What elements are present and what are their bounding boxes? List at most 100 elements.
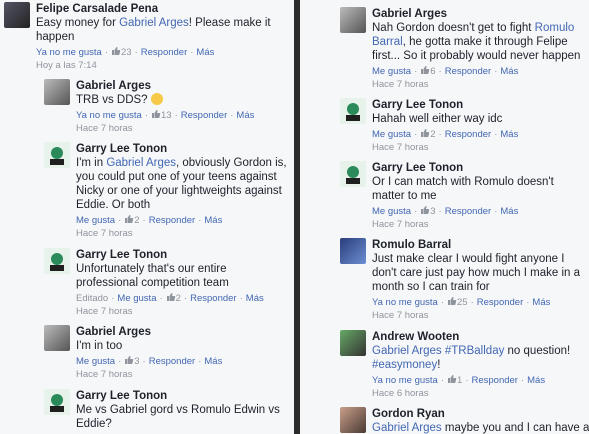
- comment-author[interactable]: Gordon Ryan: [372, 407, 583, 421]
- more-button[interactable]: Más: [196, 47, 214, 58]
- timestamp[interactable]: Hace 7 horas: [76, 228, 288, 240]
- timestamp[interactable]: Hace 7 horas: [372, 142, 583, 154]
- like-button[interactable]: Ya no me gusta: [372, 375, 438, 386]
- hashtag-link[interactable]: #TRBallday: [445, 345, 504, 357]
- like-button[interactable]: Me gusta: [76, 356, 115, 367]
- comment-text: Nah Gordon doesn't get to fight Romulo B…: [372, 22, 581, 62]
- comment-author[interactable]: Garry Lee Tonon: [76, 389, 288, 403]
- comment-text: Just make clear I would fight anyone I d…: [372, 253, 581, 293]
- avatar[interactable]: [340, 161, 366, 187]
- comment-actions: Ya no me gusta · 13 · Responder · Más: [76, 109, 255, 123]
- like-button[interactable]: Ya no me gusta: [76, 110, 142, 121]
- avatar[interactable]: [44, 142, 70, 168]
- more-button[interactable]: Más: [500, 129, 518, 140]
- more-button[interactable]: Más: [500, 66, 518, 77]
- reply-button[interactable]: Responder: [149, 356, 195, 367]
- reply-button[interactable]: Responder: [149, 215, 195, 226]
- reply-button[interactable]: Responder: [445, 206, 491, 217]
- mention-link[interactable]: Gabriel Arges: [372, 422, 442, 434]
- more-button[interactable]: Más: [236, 110, 254, 121]
- avatar[interactable]: [44, 79, 70, 105]
- comment-author[interactable]: Garry Lee Tonon: [372, 98, 583, 112]
- timestamp[interactable]: Hace 7 horas: [372, 310, 583, 322]
- comment-author[interactable]: Romulo Barral: [372, 238, 583, 252]
- like-count: 6: [430, 66, 436, 77]
- comment-actions: Me gusta · 3 · Responder · Más: [372, 205, 519, 219]
- timestamp[interactable]: Hace 7 horas: [76, 123, 288, 135]
- avatar[interactable]: [340, 330, 366, 356]
- more-button[interactable]: Más: [204, 215, 222, 226]
- comments-column-right: Gabriel Arges Nah Gordon doesn't get to …: [300, 0, 589, 434]
- avatar[interactable]: [340, 238, 366, 264]
- like-count-icon: [420, 205, 430, 219]
- avatar[interactable]: [4, 2, 30, 28]
- mention-link[interactable]: Gabriel Arges: [119, 17, 189, 29]
- avatar[interactable]: [44, 389, 70, 415]
- more-button[interactable]: Más: [532, 297, 550, 308]
- like-button[interactable]: Me gusta: [76, 215, 115, 226]
- like-button[interactable]: Ya no me gusta: [36, 47, 102, 58]
- timestamp[interactable]: Hace 7 horas: [372, 219, 583, 231]
- comment-actions: Ya no me gusta · 25 · Responder · Más: [372, 297, 551, 308]
- more-button[interactable]: Más: [246, 293, 264, 304]
- comment-text: I'm in Gabriel Arges, obviously Gordon i…: [76, 157, 287, 211]
- hashtag-link[interactable]: #easymoney: [372, 359, 437, 371]
- like-count: 2: [175, 293, 181, 304]
- like-count-icon: [420, 65, 430, 79]
- comment-actions: Me gusta · 2 · Responder · Más: [76, 215, 223, 226]
- like-button[interactable]: Me gusta: [117, 293, 156, 304]
- timestamp[interactable]: Hace 7 horas: [76, 306, 288, 318]
- like-button[interactable]: Me gusta: [372, 129, 411, 140]
- like-count-icon: [111, 46, 121, 60]
- comment-text: Me vs Gabriel gord vs Romulo Edwin vs Ed…: [76, 404, 280, 430]
- like-count-icon: [166, 292, 176, 306]
- like-count: 3: [430, 206, 436, 217]
- reply-button[interactable]: Responder: [190, 293, 236, 304]
- comment-text: I'm in too: [76, 340, 123, 352]
- comment-actions: Ya no me gusta · 23 · Responder · Más: [36, 46, 215, 60]
- reply-button[interactable]: Responder: [477, 297, 523, 308]
- more-button[interactable]: Más: [204, 356, 222, 367]
- like-button[interactable]: Me gusta: [372, 66, 411, 77]
- comment-text: Unfortunately that's our entire professi…: [76, 263, 229, 289]
- comment-text: Gabriel Arges maybe you and I can have a: [372, 422, 589, 434]
- comment-author[interactable]: Gabriel Arges: [372, 7, 583, 21]
- mention-link[interactable]: Gabriel Arges: [106, 157, 176, 169]
- like-count-icon: [447, 374, 457, 388]
- comment-author[interactable]: Garry Lee Tonon: [372, 161, 583, 175]
- comment-author[interactable]: Felipe Carsalade Pena: [36, 2, 288, 16]
- edited-label[interactable]: Editado: [76, 293, 108, 304]
- comment-author[interactable]: Andrew Wooten: [372, 330, 583, 344]
- mention-link[interactable]: Gabriel Arges: [372, 345, 442, 357]
- more-button[interactable]: Más: [527, 375, 545, 386]
- reply-button[interactable]: Responder: [445, 66, 491, 77]
- like-count: 23: [121, 47, 132, 58]
- more-button[interactable]: Más: [500, 206, 518, 217]
- like-count-icon: [420, 128, 430, 142]
- avatar[interactable]: [44, 248, 70, 274]
- like-button[interactable]: Ya no me gusta: [372, 297, 438, 308]
- like-button[interactable]: Me gusta: [372, 206, 411, 217]
- timestamp[interactable]: Hoy a las 7:14: [36, 60, 288, 72]
- timestamp[interactable]: Hace 6 horas: [372, 388, 583, 400]
- avatar[interactable]: [44, 325, 70, 351]
- timestamp[interactable]: Hace 7 horas: [372, 79, 583, 91]
- reply-button[interactable]: Responder: [141, 47, 187, 58]
- like-count: 3: [134, 356, 140, 367]
- avatar[interactable]: [340, 407, 366, 433]
- comment-author[interactable]: Gabriel Arges: [76, 325, 288, 339]
- reply-button[interactable]: Responder: [445, 129, 491, 140]
- reply-button[interactable]: Responder: [471, 375, 517, 386]
- like-count-icon: [151, 109, 161, 123]
- avatar[interactable]: [340, 7, 366, 33]
- reply-button[interactable]: Responder: [181, 110, 227, 121]
- avatar[interactable]: [340, 98, 366, 124]
- thinking-emoji-icon: [150, 93, 163, 105]
- comments-column-left: Felipe Carsalade Pena Easy money for Gab…: [0, 0, 294, 434]
- comment-author[interactable]: Garry Lee Tonon: [76, 142, 288, 156]
- comment-text: Easy money for Gabriel Arges! Please mak…: [36, 17, 271, 43]
- comment-author[interactable]: Gabriel Arges: [76, 79, 288, 93]
- comment-actions: Me gusta · 2 · Responder · Más: [372, 128, 519, 142]
- comment-author[interactable]: Garry Lee Tonon: [76, 248, 288, 262]
- timestamp[interactable]: Hace 7 horas: [76, 369, 288, 381]
